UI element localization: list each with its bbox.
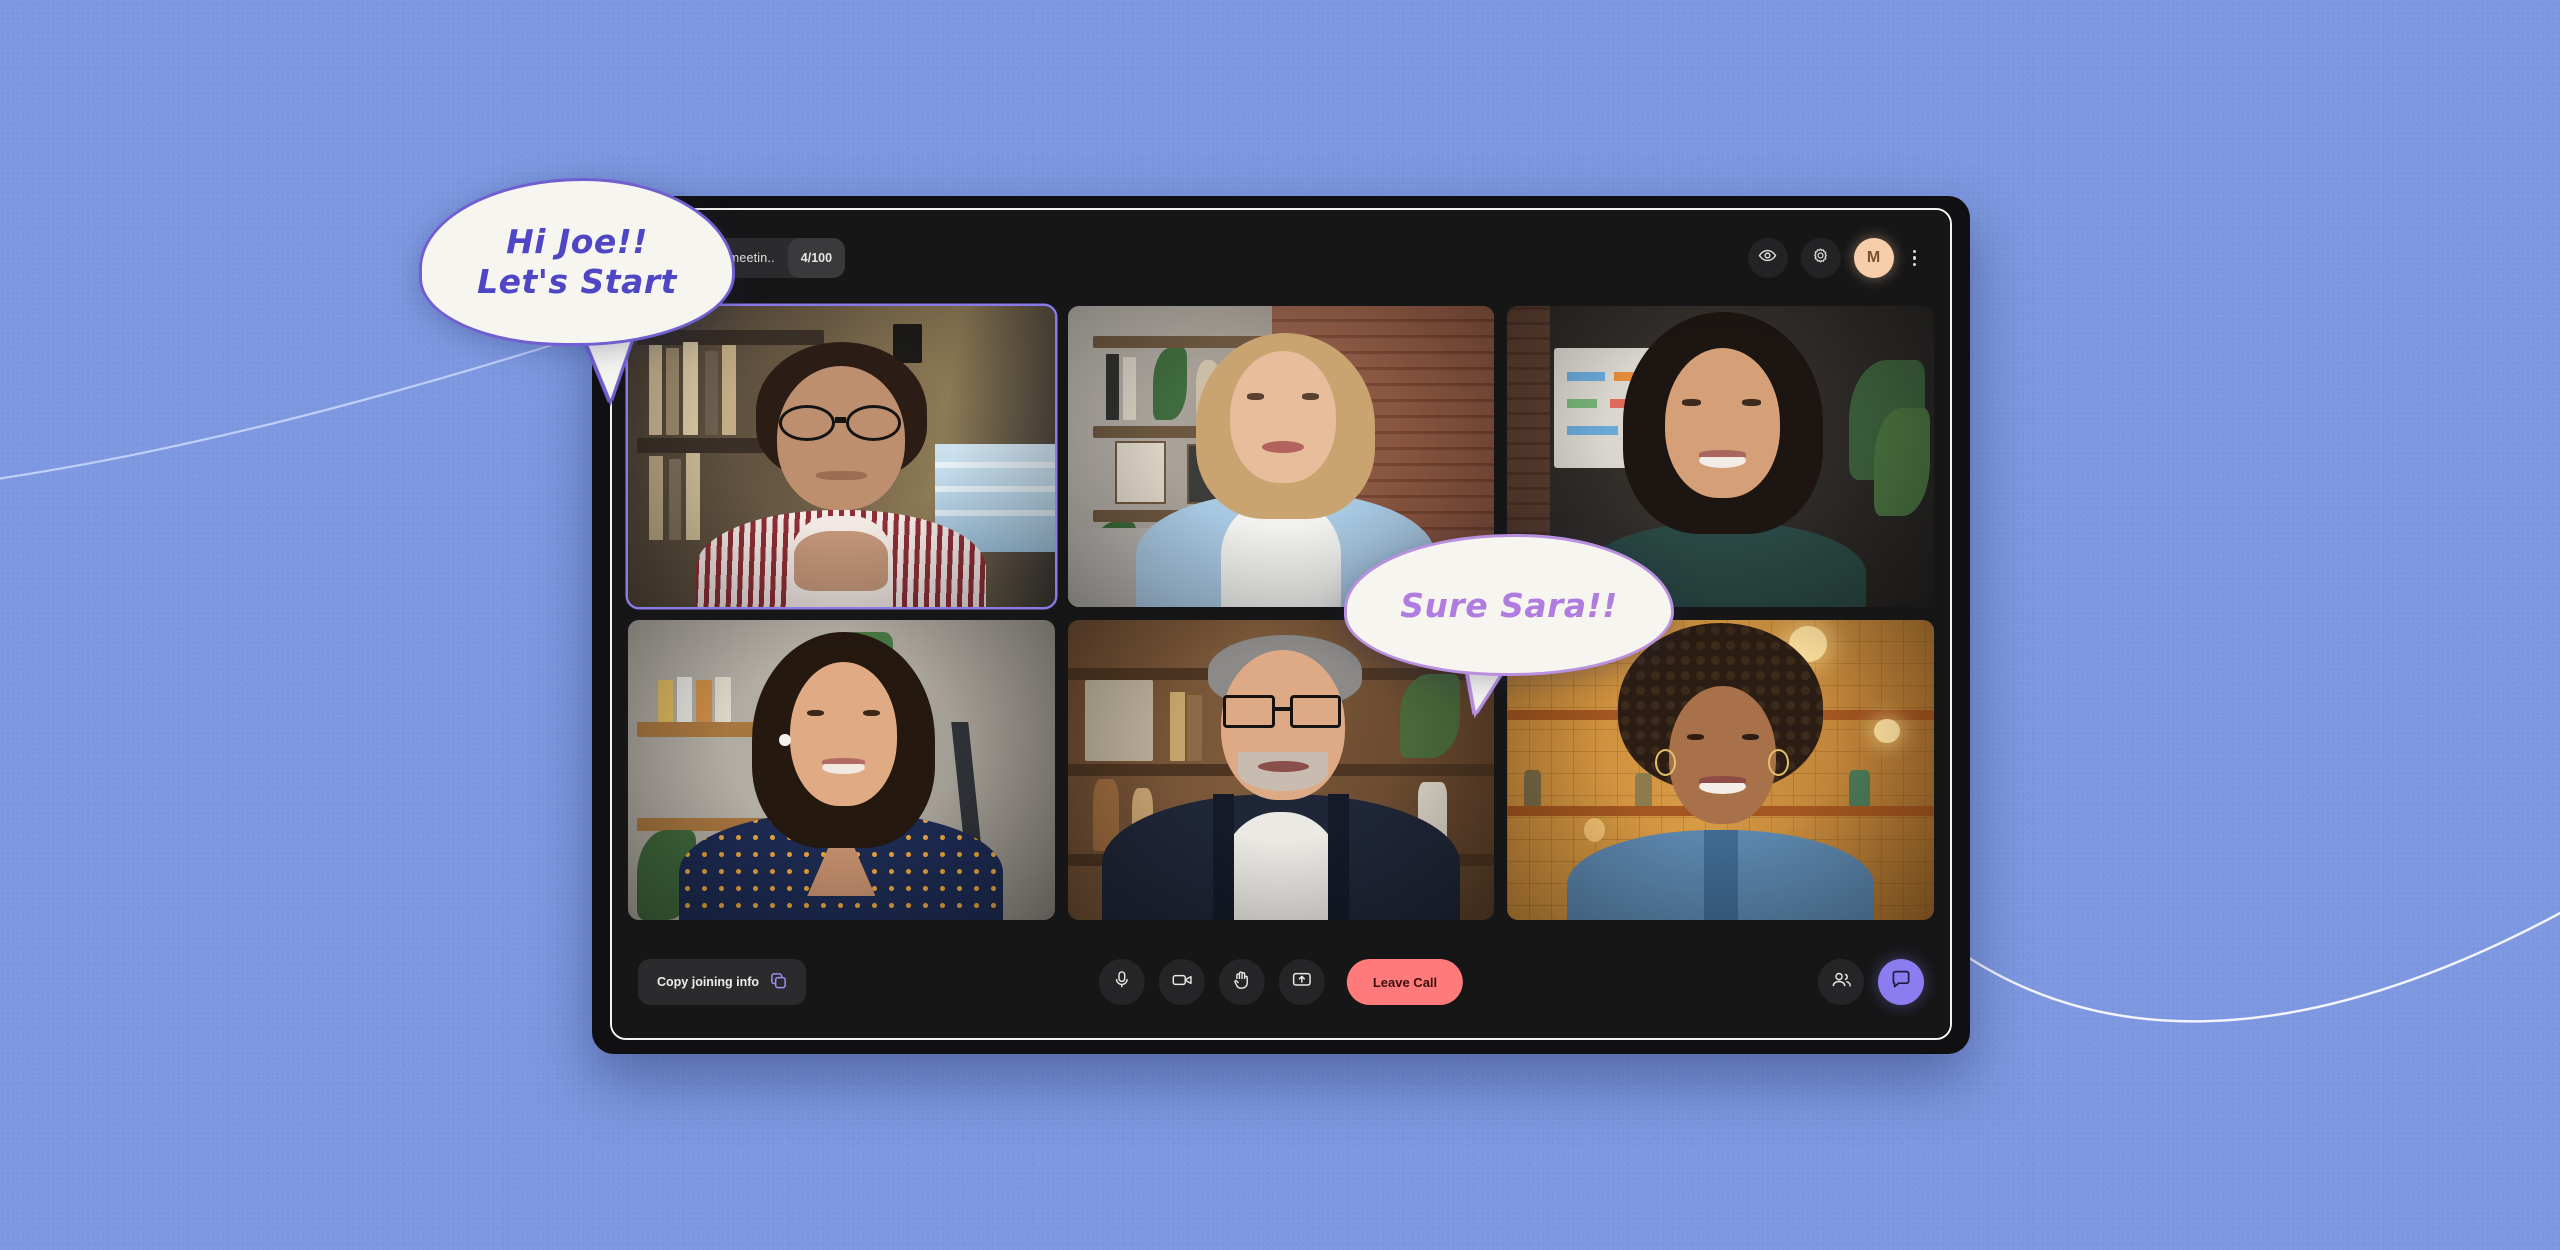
speech-bubble-1-line2: Let's Start: [477, 262, 677, 301]
participant-tile-1[interactable]: [628, 306, 1055, 607]
participant-tile-4[interactable]: [628, 619, 1055, 920]
speech-bubble-2: Sure Sara!!: [1344, 534, 1674, 676]
tile-vignette: [628, 619, 1055, 920]
copy-joining-info-label: Copy joining info: [657, 975, 760, 989]
speech-bubble-1-line1: Hi Joe!!: [506, 221, 648, 261]
tile-vignette: [628, 306, 1055, 607]
gear-icon-button[interactable]: [1800, 238, 1841, 278]
microphone-icon: [1113, 970, 1131, 994]
speech-bubble-1: Hi Joe!! Let's Start: [419, 178, 735, 346]
chat-button[interactable]: [1878, 959, 1924, 1005]
leave-call-button[interactable]: Leave Call: [1346, 959, 1464, 1005]
leave-call-label: Leave Call: [1372, 974, 1438, 990]
raise-hand-button[interactable]: [1218, 959, 1265, 1005]
participants-button[interactable]: [1818, 959, 1864, 1005]
camera-button[interactable]: [1158, 959, 1205, 1005]
video-feed: [628, 306, 1055, 607]
raise-hand-icon: [1233, 970, 1251, 995]
capacity-badge: 4/100: [787, 238, 846, 278]
microphone-button[interactable]: [1098, 959, 1145, 1005]
speech-bubble-2-line1: Sure Sara!!: [1400, 585, 1618, 625]
video-camera-icon: [1171, 972, 1192, 993]
more-vertical-icon[interactable]: [1907, 246, 1923, 271]
eye-icon-button[interactable]: [1747, 238, 1788, 278]
copy-joining-info-button[interactable]: Copy joining info: [638, 959, 807, 1005]
avatar[interactable]: M: [1853, 238, 1894, 278]
screen-share-button[interactable]: [1278, 959, 1325, 1005]
eye-icon: [1758, 246, 1777, 270]
video-grid: [612, 306, 1950, 926]
screen-share-icon: [1292, 971, 1312, 994]
app-header: marthas_meetin.. 4/100: [612, 210, 1950, 306]
chat-icon: [1891, 970, 1911, 994]
copy-icon: [770, 972, 787, 992]
right-controls: [1818, 959, 1924, 1005]
center-controls: Leave Call: [1098, 959, 1464, 1005]
people-icon: [1831, 971, 1852, 994]
meeting-app-window: marthas_meetin.. 4/100: [610, 208, 1952, 1040]
video-feed: [628, 619, 1055, 920]
control-bar: Copy joining info Leave Call: [612, 926, 1950, 1038]
gear-icon: [1811, 246, 1830, 270]
header-actions: M: [1747, 238, 1923, 278]
